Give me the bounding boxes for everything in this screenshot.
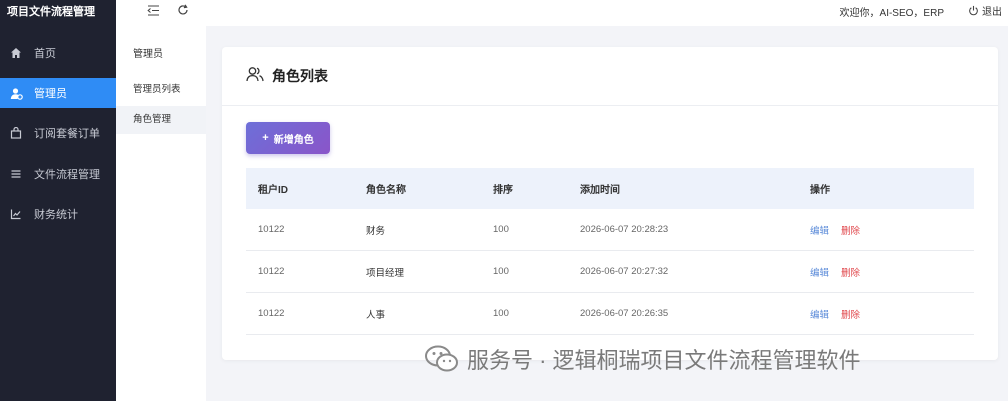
header-role-name: 角色名称 — [366, 185, 406, 196]
admin-user-icon — [9, 86, 23, 100]
cell-role-name: 项目经理 — [366, 267, 405, 279]
refresh-icon — [177, 3, 189, 21]
header-sort: 排序 — [493, 185, 513, 196]
delete-link[interactable]: 删除 — [841, 226, 860, 237]
logout-label: 退出 — [982, 7, 1002, 18]
sidebar-item-label: 文件流程管理 — [34, 169, 100, 181]
cell-tenant-id: 10122 — [258, 308, 285, 319]
cell-sort: 100 — [493, 266, 509, 277]
users-icon — [246, 66, 264, 87]
subnav: 管理员 管理员列表 角色管理 — [116, 0, 206, 401]
list-icon — [9, 167, 23, 181]
cell-actions: 编辑 删除 — [810, 307, 860, 321]
sidebar-item-label: 订阅套餐订单 — [34, 128, 100, 140]
sidebar-item-subscription-orders[interactable]: 订阅套餐订单 — [0, 118, 116, 148]
sidebar-item-file-flow[interactable]: 文件流程管理 — [0, 159, 116, 189]
cell-added-time: 2026-06-07 20:27:32 — [580, 266, 669, 277]
logout-button[interactable]: 退出 — [968, 3, 1002, 18]
delete-link[interactable]: 删除 — [841, 268, 860, 279]
table-header: 租户ID 角色名称 排序 添加时间 操作 — [246, 168, 974, 209]
edit-link[interactable]: 编辑 — [810, 268, 829, 279]
cell-role-name: 人事 — [366, 309, 386, 321]
delete-link[interactable]: 删除 — [841, 310, 860, 321]
cell-role-name: 财务 — [366, 225, 386, 237]
subnav-item-admin-list[interactable]: 管理员列表 — [116, 76, 206, 104]
add-role-label: 新增角色 — [273, 134, 314, 146]
cell-added-time: 2026-06-07 20:26:35 — [580, 308, 669, 319]
plus-icon: + — [262, 132, 269, 144]
table-row: 10122 人事 100 2026-06-07 20:26:35 编辑 删除 — [246, 293, 974, 335]
sidebar-item-label: 管理员 — [34, 88, 67, 100]
chart-icon — [9, 207, 23, 221]
subnav-item-role-management[interactable]: 角色管理 — [116, 106, 206, 134]
watermark-text: 服务号 · 逻辑桐瑞项目文件流程管理软件 — [467, 348, 861, 373]
welcome-text: 欢迎你，AI-SEO，ERP — [839, 8, 944, 19]
power-icon — [969, 5, 978, 16]
refresh-button[interactable] — [174, 3, 192, 21]
card-header: 角色列表 — [222, 47, 998, 106]
header-tenant-id: 租户ID — [258, 185, 288, 196]
roles-table: 租户ID 角色名称 排序 添加时间 操作 10122 财务 100 2026-0… — [246, 168, 974, 335]
add-role-button[interactable]: + 新增角色 — [246, 122, 330, 154]
wechat-icon — [425, 345, 458, 372]
cell-actions: 编辑 删除 — [810, 265, 860, 279]
sidebar-item-home[interactable]: 首页 — [0, 38, 116, 68]
table-row: 10122 财务 100 2026-06-07 20:28:23 编辑 删除 — [246, 209, 974, 251]
table-row: 10122 项目经理 100 2026-06-07 20:27:32 编辑 删除 — [246, 251, 974, 293]
cell-added-time: 2026-06-07 20:28:23 — [580, 224, 669, 235]
header-added-time: 添加时间 — [580, 185, 620, 196]
sidebar-item-admin[interactable]: 管理员 — [0, 78, 116, 108]
role-list-card: 角色列表 + 新增角色 租户ID 角色名称 排序 添加时间 操作 10122 财… — [222, 47, 998, 360]
sidebar-item-finance[interactable]: 财务统计 — [0, 199, 116, 229]
cell-sort: 100 — [493, 308, 509, 319]
edit-link[interactable]: 编辑 — [810, 226, 829, 237]
cell-actions: 编辑 删除 — [810, 223, 860, 237]
app-title: 项目文件流程管理 — [7, 6, 95, 18]
collapse-menu-button[interactable] — [144, 3, 162, 21]
sidebar-item-label: 财务统计 — [34, 209, 78, 221]
cell-tenant-id: 10122 — [258, 266, 285, 277]
page-title: 角色列表 — [272, 68, 328, 84]
bag-icon — [9, 126, 23, 140]
home-icon — [9, 46, 23, 60]
subnav-title: 管理员 — [133, 49, 163, 60]
indent-icon — [146, 3, 160, 21]
cell-tenant-id: 10122 — [258, 224, 285, 235]
topbar: 欢迎你，AI-SEO，ERP 退出 — [116, 0, 1008, 26]
sidebar-item-label: 首页 — [34, 48, 56, 60]
header-actions: 操作 — [810, 185, 830, 196]
cell-sort: 100 — [493, 224, 509, 235]
edit-link[interactable]: 编辑 — [810, 310, 829, 321]
sidebar: 项目文件流程管理 首页 管理员 订阅套餐订单 文件流程管理 财务统计 — [0, 0, 116, 401]
watermark: 服务号 · 逻辑桐瑞项目文件流程管理软件 — [425, 343, 861, 375]
